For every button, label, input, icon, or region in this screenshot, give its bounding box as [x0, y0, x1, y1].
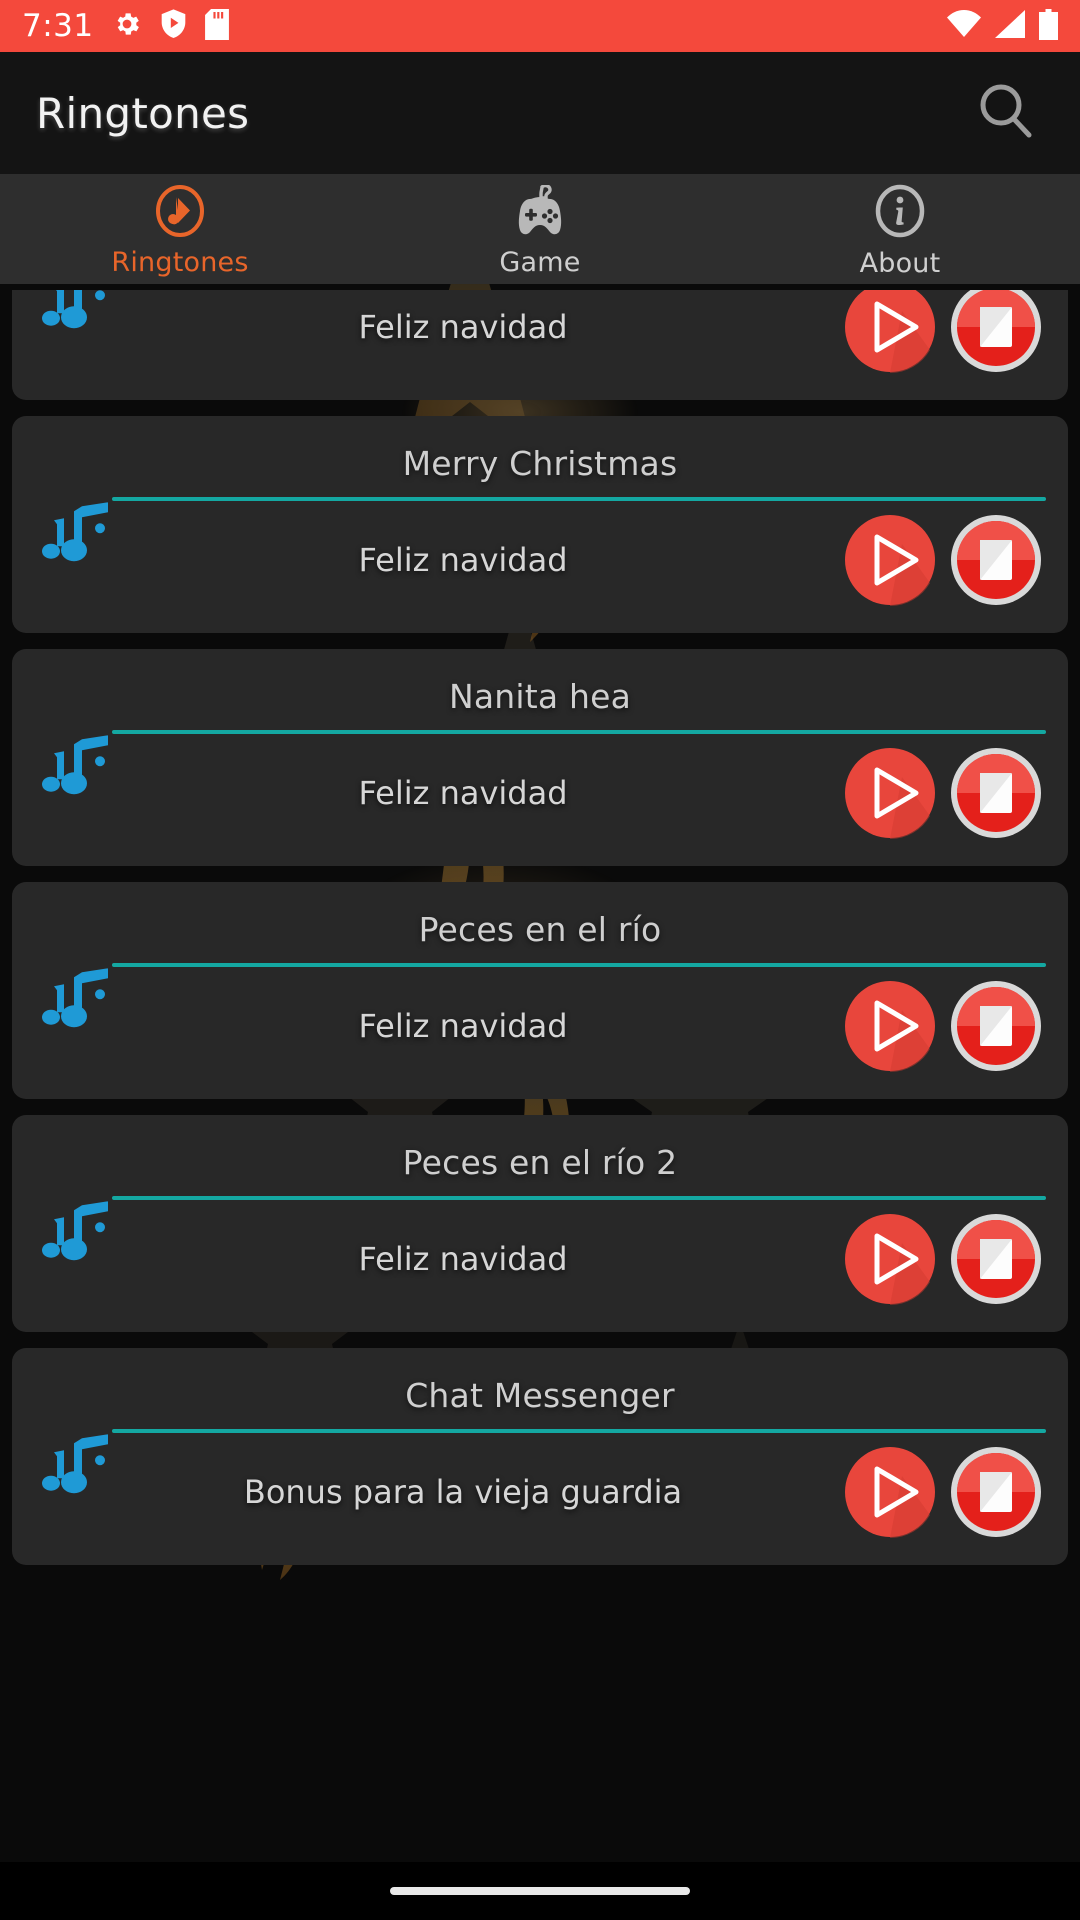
ringtone-body: Feliz navidad: [12, 967, 1068, 1085]
ringtone-title: Merry Christmas: [402, 444, 678, 483]
info-circle-icon: [874, 184, 926, 242]
home-indicator-bar: [0, 1862, 1080, 1920]
ringtone-body: Feliz navidad: [12, 734, 1068, 852]
tab-label-ringtones: Ringtones: [111, 246, 249, 278]
gamepad-icon: [512, 183, 568, 241]
ringtone-title: Nanita hea: [448, 677, 632, 716]
ringtone-title: Peces en el río: [418, 910, 662, 949]
ringtone-card[interactable]: Peces en el río Feliz navidad: [12, 882, 1068, 1099]
ringtone-subtitle: Feliz navidad: [358, 1240, 568, 1278]
ringtone-card[interactable]: Peces en el río 2 Feliz navidad: [12, 1115, 1068, 1332]
music-note-icon: [42, 1201, 112, 1277]
stop-button[interactable]: [950, 290, 1042, 373]
ringtone-list[interactable]: Feliz navidad Merry Christmas Feliz navi…: [0, 290, 1080, 1920]
ringtone-body: Feliz navidad: [12, 501, 1068, 619]
sd-card-icon: [204, 8, 229, 44]
tab-label-game: Game: [499, 246, 581, 278]
play-button[interactable]: [844, 1213, 936, 1306]
music-note-icon: [42, 290, 112, 345]
music-note-circle-icon: [154, 184, 206, 241]
tab-about[interactable]: About: [720, 174, 1080, 284]
status-bar-right: [947, 8, 1058, 44]
wifi-icon: [947, 10, 981, 42]
ringtone-title: Peces en el río 2: [402, 1143, 678, 1182]
home-gesture-bar[interactable]: [390, 1887, 690, 1895]
ringtone-actions: [844, 1446, 1068, 1539]
tab-bar: Ringtones Game About: [0, 174, 1080, 284]
ringtone-subtitle: Feliz navidad: [358, 1007, 568, 1045]
play-button[interactable]: [844, 514, 936, 607]
ringtone-body: Bonus para la vieja guardia: [12, 1433, 1068, 1551]
tab-ringtones[interactable]: Ringtones: [0, 174, 360, 284]
status-bar-clock: 7:31: [22, 8, 94, 44]
ringtone-body: Feliz navidad: [12, 1200, 1068, 1318]
ringtone-actions: [844, 290, 1068, 374]
music-note-icon: [42, 1434, 112, 1510]
stop-button[interactable]: [950, 1213, 1042, 1305]
ringtone-subtitle: Bonus para la vieja guardia: [243, 1473, 683, 1511]
music-note-icon: [42, 502, 112, 578]
stop-button[interactable]: [950, 1446, 1042, 1538]
play-button[interactable]: [844, 290, 936, 374]
stop-button[interactable]: [950, 747, 1042, 839]
ringtone-actions: [844, 1213, 1068, 1306]
status-bar: 7:31: [0, 0, 1080, 52]
music-note-icon: [42, 735, 112, 811]
ringtone-card[interactable]: Merry Christmas Feliz navidad: [12, 416, 1068, 633]
search-button[interactable]: [968, 75, 1044, 151]
ringtone-subtitle: Feliz navidad: [358, 774, 568, 812]
ringtone-card[interactable]: Nanita hea Feliz navidad: [12, 649, 1068, 866]
ringtone-body: Feliz navidad: [12, 290, 1068, 386]
ringtone-card[interactable]: Feliz navidad: [12, 290, 1068, 400]
ringtone-card[interactable]: Chat Messenger Bonus para la vieja guard…: [12, 1348, 1068, 1565]
ringtone-subtitle: Feliz navidad: [358, 308, 568, 346]
page-title: Ringtones: [36, 88, 250, 138]
ringtone-actions: [844, 980, 1068, 1073]
ringtone-subtitle: Feliz navidad: [358, 541, 568, 579]
shield-play-icon: [160, 9, 187, 43]
stop-button[interactable]: [950, 514, 1042, 606]
music-note-icon: [42, 968, 112, 1044]
cellular-signal-icon: [995, 10, 1025, 42]
stop-button[interactable]: [950, 980, 1042, 1072]
play-button[interactable]: [844, 1446, 936, 1539]
tab-game[interactable]: Game: [360, 174, 720, 284]
play-button[interactable]: [844, 980, 936, 1073]
play-button[interactable]: [844, 747, 936, 840]
ringtone-actions: [844, 747, 1068, 840]
ringtone-actions: [844, 514, 1068, 607]
gear-icon: [112, 9, 142, 43]
battery-icon: [1039, 8, 1058, 44]
tab-label-about: About: [859, 247, 941, 279]
ringtone-title: Chat Messenger: [405, 1376, 675, 1415]
status-bar-left: 7:31: [22, 8, 229, 44]
app-bar: Ringtones: [0, 52, 1080, 174]
search-icon: [975, 80, 1037, 146]
